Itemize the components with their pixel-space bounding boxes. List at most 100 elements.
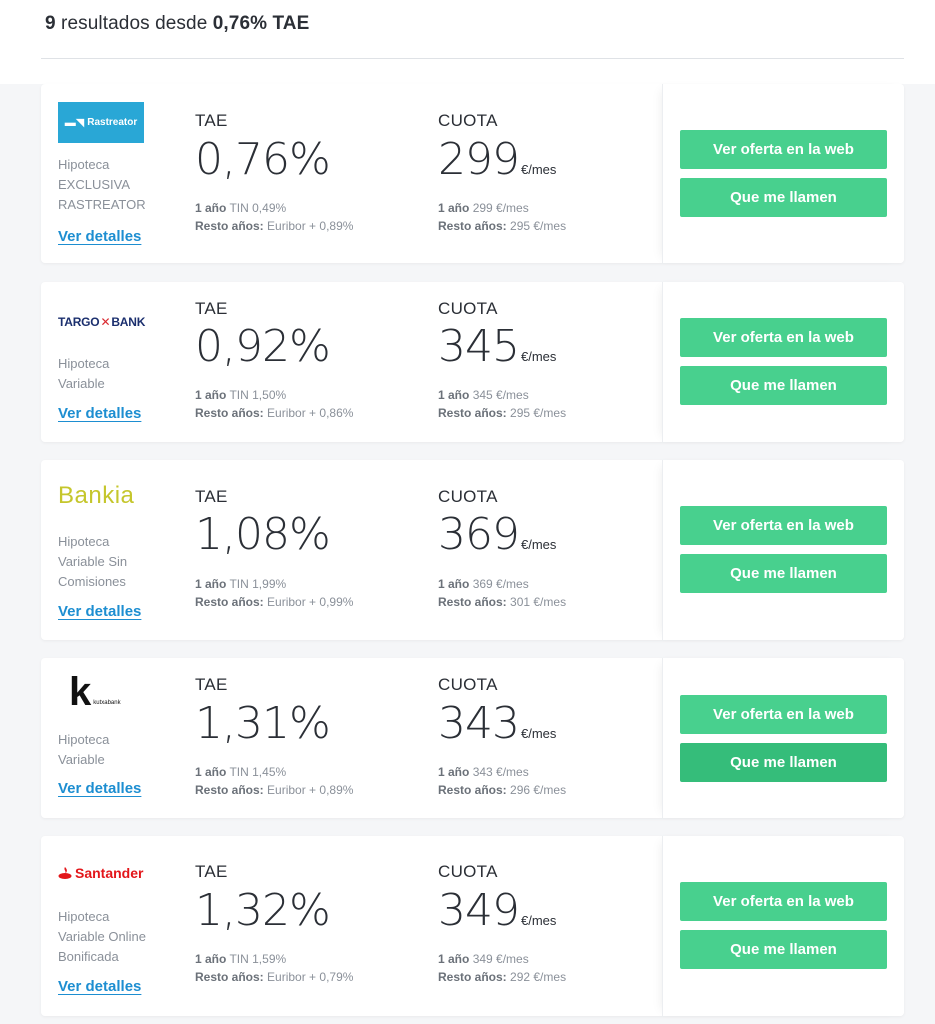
cuota-rest-info: Resto años: 301 €/mes: [438, 593, 566, 611]
cuota-rest-info: Resto años: 295 €/mes: [438, 217, 566, 235]
view-offer-button[interactable]: Ver oferta en la web: [680, 695, 887, 734]
call-me-button[interactable]: Que me llamen: [680, 178, 887, 217]
details-link[interactable]: Ver detalles: [58, 603, 141, 620]
first-year-label: 1 año: [195, 952, 227, 966]
tae-value: 0,76%: [195, 134, 331, 185]
details-link[interactable]: Ver detalles: [58, 780, 141, 797]
rest-years-label: Resto años:: [195, 970, 264, 984]
cuota-first-value: 299 €/mes: [472, 201, 529, 215]
call-me-button[interactable]: Que me llamen: [680, 366, 887, 405]
cuota-first-value: 345 €/mes: [472, 388, 529, 402]
results-summary-text: resultados desde: [55, 13, 213, 34]
cuota-label: CUOTA: [438, 675, 498, 694]
product-name: Hipoteca Variable: [58, 730, 158, 770]
cuota-rest-info: Resto años: 295 €/mes: [438, 404, 566, 422]
cuota-value: 349 €/mes: [438, 886, 556, 936]
call-me-button[interactable]: Que me llamen: [680, 743, 887, 782]
product-name: Hipoteca Variable Sin Comisiones: [58, 532, 158, 592]
details-link[interactable]: Ver detalles: [58, 978, 141, 995]
first-year-label: 1 año: [438, 388, 470, 402]
call-me-button[interactable]: Que me llamen: [680, 554, 887, 593]
first-year-label: 1 año: [195, 201, 227, 215]
logo-text: Rastreator: [87, 117, 138, 128]
offer-card-kutxabank: k kutxabank Hipoteca Variable Ver detalle…: [41, 658, 904, 818]
cuota-unit: €/mes: [520, 913, 557, 928]
first-year-label: 1 año: [438, 765, 470, 779]
tin-value: TIN 1,99%: [229, 577, 287, 591]
rest-rate-info: Resto años: Euribor + 0,89%: [195, 217, 353, 235]
product-line: Variable: [58, 376, 105, 391]
product-line: Variable Sin: [58, 554, 128, 569]
kutxabank-k-icon: k: [69, 670, 92, 714]
santander-flame-icon: [58, 867, 72, 879]
cuota-first-info: 1 año 369 €/mes: [438, 575, 529, 593]
action-panel: [662, 658, 904, 818]
offer-card-bankia: Bankia Hipoteca Variable Sin Comisiones …: [41, 460, 904, 640]
results-min-rate: 0,76% TAE: [212, 13, 310, 34]
cuota-unit: €/mes: [520, 162, 557, 177]
bank-logo-targobank: TARGO ✕ BANK: [58, 315, 145, 329]
header-divider: [41, 58, 904, 59]
cuota-value: 345 €/mes: [438, 322, 556, 372]
call-me-button[interactable]: Que me llamen: [680, 930, 887, 969]
cuota-first-value: 343 €/mes: [472, 765, 529, 779]
product-line: RASTREATOR: [58, 197, 146, 212]
rest-years-label: Resto años:: [195, 595, 264, 609]
bank-logo-santander: Santander: [58, 865, 143, 881]
cuota-number: 299: [438, 134, 520, 185]
tin-value: TIN 1,45%: [229, 765, 287, 779]
tae-value: 1,08%: [195, 510, 331, 560]
first-year-label: 1 año: [195, 765, 227, 779]
rest-years-label: Resto años:: [438, 406, 507, 420]
results-header: 9 resultados desde 0,76% TAE: [0, 0, 935, 84]
logo-text: kutxabank: [93, 700, 121, 706]
cuota-number: 369: [438, 509, 520, 560]
rest-years-label: Resto años:: [438, 219, 507, 233]
rest-years-label: Resto años:: [438, 783, 507, 797]
view-offer-button[interactable]: Ver oferta en la web: [680, 318, 887, 357]
rest-years-label: Resto años:: [195, 406, 264, 420]
cuota-rest-info: Resto años: 296 €/mes: [438, 781, 566, 799]
tae-label: TAE: [195, 675, 228, 694]
cuota-first-value: 369 €/mes: [472, 577, 529, 591]
cuota-label: CUOTA: [438, 862, 498, 881]
action-panel: [662, 282, 904, 442]
cuota-first-info: 1 año 343 €/mes: [438, 763, 529, 781]
product-line: Hipoteca: [58, 534, 110, 549]
view-offer-button[interactable]: Ver oferta en la web: [680, 130, 887, 169]
view-offer-button[interactable]: Ver oferta en la web: [680, 882, 887, 921]
cuota-rest-info: Resto años: 292 €/mes: [438, 968, 566, 986]
product-name: Hipoteca Variable Online Bonificada: [58, 907, 158, 967]
cuota-number: 345: [438, 321, 520, 372]
cuota-value: 343 €/mes: [438, 699, 556, 749]
details-link[interactable]: Ver detalles: [58, 228, 141, 245]
product-line: Hipoteca: [58, 909, 110, 924]
cuota-rest-value: 292 €/mes: [510, 970, 567, 984]
tae-number: 0,76%: [195, 134, 331, 185]
rest-years-label: Resto años:: [438, 595, 507, 609]
tin-value: TIN 1,50%: [229, 388, 287, 402]
cuota-rest-value: 295 €/mes: [510, 219, 567, 233]
rest-years-label: Resto años:: [195, 219, 264, 233]
first-year-label: 1 año: [438, 952, 470, 966]
cuota-unit: €/mes: [520, 349, 557, 364]
cuota-number: 349: [438, 885, 520, 936]
cuota-number: 343: [438, 698, 520, 749]
tin-info: 1 año TIN 1,50%: [195, 386, 286, 404]
view-offer-button[interactable]: Ver oferta en la web: [680, 506, 887, 545]
tae-number: 0,92%: [195, 321, 331, 372]
bank-logo-bankia: Bankia: [58, 482, 134, 510]
product-line: Hipoteca: [58, 732, 110, 747]
product-line: Hipoteca: [58, 356, 110, 371]
results-summary: 9 resultados desde 0,76% TAE: [45, 13, 309, 35]
product-line: Variable: [58, 752, 105, 767]
cuota-first-info: 1 año 299 €/mes: [438, 199, 529, 217]
tin-info: 1 año TIN 1,99%: [195, 575, 286, 593]
logo-text: Santander: [75, 865, 144, 881]
action-panel: [662, 836, 904, 1016]
cuota-rest-value: 296 €/mes: [510, 783, 567, 797]
product-name: Hipoteca Variable: [58, 354, 158, 394]
details-link[interactable]: Ver detalles: [58, 405, 141, 422]
tae-value: 1,31%: [195, 699, 331, 749]
rest-years-label: Resto años:: [195, 783, 264, 797]
